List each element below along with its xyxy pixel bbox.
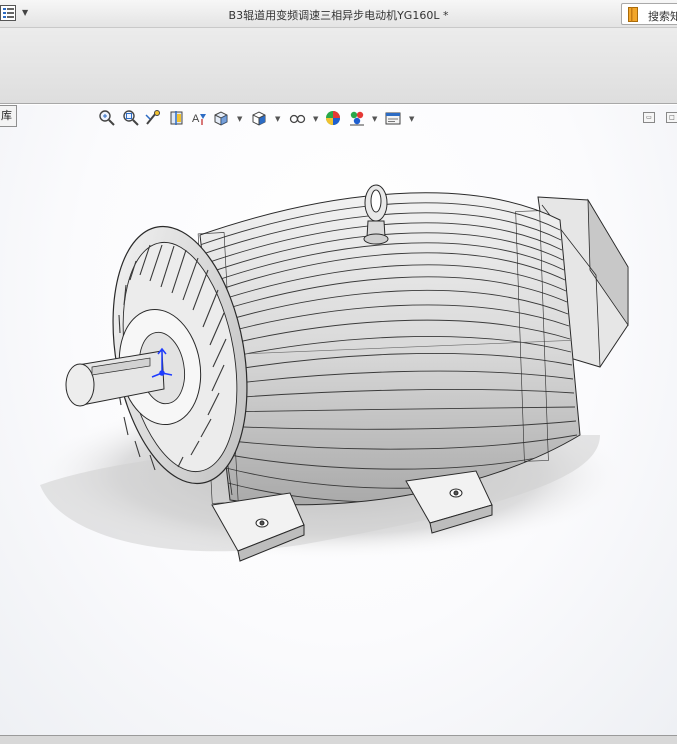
apply-scene-icon[interactable] [348, 109, 366, 127]
status-bar [0, 735, 677, 744]
zoom-to-area-icon[interactable] [122, 109, 140, 127]
viewport-window-controls: ▭ □ [643, 112, 677, 126]
view-settings-icon[interactable] [384, 109, 402, 127]
command-manager [0, 28, 677, 104]
graphics-viewport[interactable]: 库 A ▼ ▼ ▼ ▼ ▼ ▭ □ [0, 105, 677, 735]
lifting-eye-bolt[interactable] [363, 184, 389, 245]
zoom-to-fit-icon[interactable] [98, 109, 116, 127]
motor-model[interactable] [0, 105, 677, 735]
search-knowledge-box[interactable]: 搜索知 [621, 3, 677, 25]
section-view-icon[interactable] [168, 109, 186, 127]
view-settings-dropdown-icon[interactable]: ▼ [409, 115, 414, 123]
tree-tab-label: 库 [1, 109, 12, 122]
restore-icon[interactable]: ▭ [643, 112, 655, 123]
previous-view-icon[interactable] [144, 109, 162, 127]
search-label: 搜索知 [648, 10, 677, 23]
apply-scene-dropdown-icon[interactable]: ▼ [372, 115, 377, 123]
title-bar: ▼ B3辊道用变频调速三相异步电动机YG160L * 搜索知 [0, 0, 677, 28]
hide-show-items-icon[interactable] [288, 109, 306, 127]
tree-tab[interactable]: 库 [0, 105, 17, 127]
view-orientation-dropdown-icon[interactable]: ▼ [237, 115, 242, 123]
heads-up-view-toolbar: A ▼ ▼ ▼ ▼ ▼ [98, 109, 428, 129]
edit-appearance-icon[interactable] [324, 109, 342, 127]
maximize-icon[interactable]: □ [666, 112, 677, 123]
view-orientation-icon[interactable] [212, 109, 230, 127]
display-style-icon[interactable] [250, 109, 268, 127]
svg-text:A: A [192, 113, 200, 125]
display-style-dropdown-icon[interactable]: ▼ [275, 115, 280, 123]
hide-show-dropdown-icon[interactable]: ▼ [313, 115, 318, 123]
search-book-icon [628, 7, 638, 22]
motor-frame[interactable] [199, 192, 581, 506]
window-title: B3辊道用变频调速三相异步电动机YG160L * [228, 9, 449, 22]
dynamic-annotation-icon[interactable]: A [190, 109, 208, 127]
